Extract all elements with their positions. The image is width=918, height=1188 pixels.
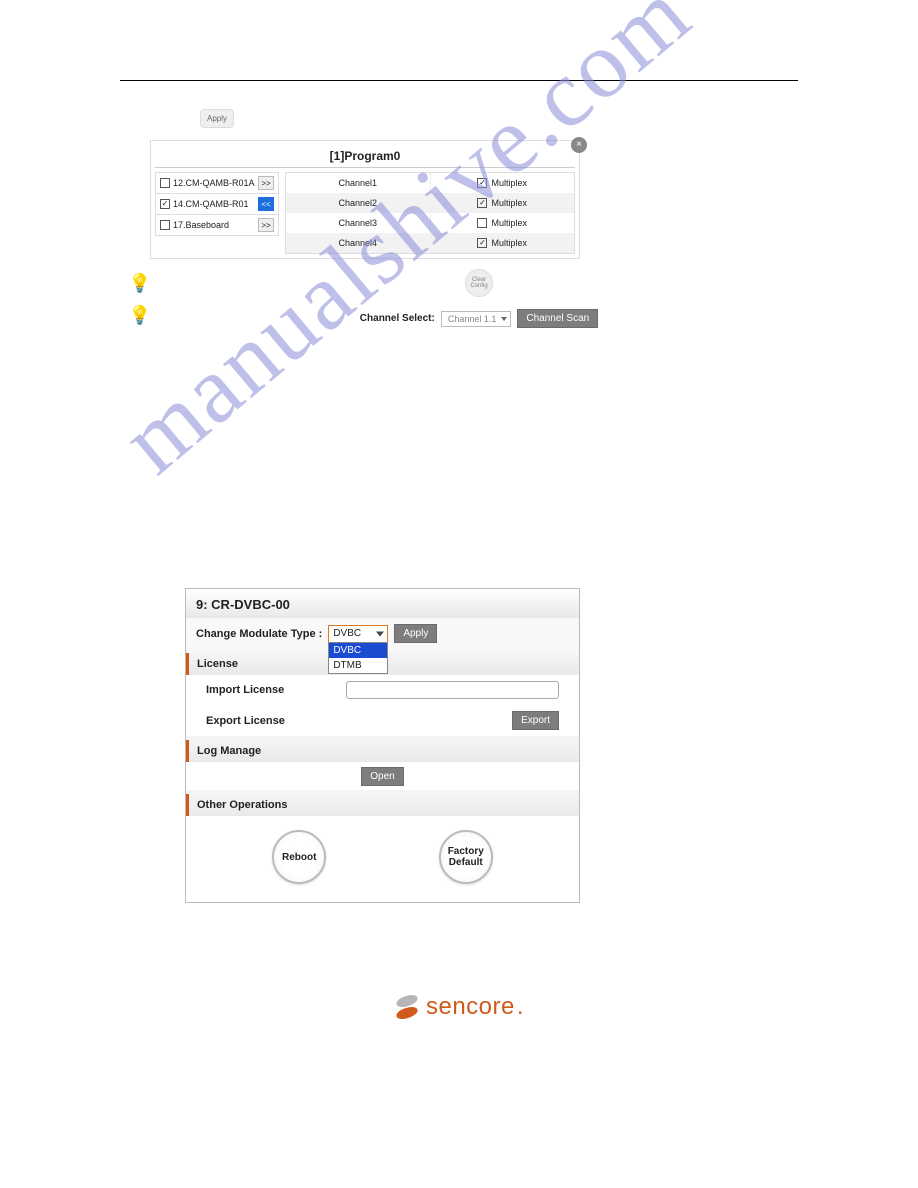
move-right-button[interactable]: >> xyxy=(258,176,274,190)
channel-select[interactable]: Channel 1.1 xyxy=(441,311,512,327)
checkbox-icon[interactable] xyxy=(477,238,487,248)
brand-name: sencore xyxy=(426,993,515,1021)
checkbox-icon[interactable] xyxy=(477,218,487,228)
channel-row: Channel3 Multiplex xyxy=(286,213,574,233)
modulate-type-label: Change Modulate Type : xyxy=(196,628,322,640)
channel-name: Channel3 xyxy=(286,213,431,233)
clear-config-button[interactable]: Clear Config xyxy=(465,269,493,297)
apply-button[interactable]: Apply xyxy=(394,624,437,643)
multiplex-label: Multiplex xyxy=(491,198,527,208)
modulate-dropdown: DVBC DTMB xyxy=(328,642,388,674)
dropdown-option[interactable]: DVBC xyxy=(329,643,387,658)
factory-default-button[interactable]: Factory Default xyxy=(439,830,493,884)
source-label: 14.CM-QAMB-R01 xyxy=(173,199,249,209)
open-log-button[interactable]: Open xyxy=(361,767,403,786)
source-label: 12.CM-QAMB-R01A xyxy=(173,178,255,188)
channel-row: Channel4 Multiplex xyxy=(286,233,574,253)
channel-name: Channel2 xyxy=(286,193,431,213)
dropdown-option[interactable]: DTMB xyxy=(329,658,387,673)
logo-mark-icon xyxy=(394,994,420,1020)
system-panel: 9: CR-DVBC-00 Change Modulate Type : DVB… xyxy=(185,588,580,903)
export-button[interactable]: Export xyxy=(512,711,559,730)
checkbox-icon[interactable] xyxy=(160,199,170,209)
source-label: 17.Baseboard xyxy=(173,220,229,230)
modulate-type-select[interactable]: DVBC DVBC DTMB xyxy=(328,625,388,643)
channel-name: Channel1 xyxy=(286,173,431,193)
move-left-button[interactable]: << xyxy=(258,197,274,211)
source-list: 12.CM-QAMB-R01A >> 14.CM-QAMB-R01 << 17.… xyxy=(155,172,279,254)
log-manage-header: Log Manage xyxy=(186,740,579,762)
multiplex-label: Multiplex xyxy=(491,238,527,248)
source-row[interactable]: 12.CM-QAMB-R01A >> xyxy=(155,172,279,194)
channel-row: Channel2 Multiplex xyxy=(286,193,574,213)
source-row[interactable]: 14.CM-QAMB-R01 << xyxy=(155,193,279,215)
reboot-button[interactable]: Reboot xyxy=(272,830,326,884)
brand-logo: sencore. xyxy=(394,993,524,1021)
close-icon[interactable]: × xyxy=(571,137,587,153)
program-dialog: × [1]Program0 12.CM-QAMB-R01A >> 14.CM-Q… xyxy=(150,140,580,259)
multiplex-label: Multiplex xyxy=(491,178,527,188)
checkbox-icon[interactable] xyxy=(477,198,487,208)
checkbox-icon[interactable] xyxy=(477,178,487,188)
multiplex-label: Multiplex xyxy=(491,218,527,228)
checkbox-icon[interactable] xyxy=(160,178,170,188)
channel-row: Channel1 Multiplex xyxy=(286,173,574,193)
modulate-type-value: DVBC xyxy=(333,628,361,639)
checkbox-icon[interactable] xyxy=(160,220,170,230)
brand-dot: . xyxy=(517,993,524,1021)
channel-select-label: Channel Select: xyxy=(360,313,435,324)
move-right-button[interactable]: >> xyxy=(258,218,274,232)
source-row[interactable]: 17.Baseboard >> xyxy=(155,214,279,236)
other-operations-header: Other Operations xyxy=(186,794,579,816)
apply-button-small[interactable]: Apply xyxy=(200,109,234,128)
system-title: 9: CR-DVBC-00 xyxy=(186,589,579,618)
import-license-label: Import License xyxy=(206,684,326,696)
footer: sencore. xyxy=(120,993,798,1063)
channel-name: Channel4 xyxy=(286,233,431,253)
lightbulb-icon: 💡 xyxy=(120,273,160,294)
export-license-label: Export License xyxy=(206,715,326,727)
lightbulb-icon: 💡 xyxy=(120,305,160,326)
dialog-title: [1]Program0 xyxy=(155,145,575,168)
import-license-input[interactable] xyxy=(346,681,559,699)
channel-scan-button[interactable]: Channel Scan xyxy=(517,309,598,328)
channel-table: Channel1 Multiplex Channel2 Multiplex Ch… xyxy=(285,172,575,254)
